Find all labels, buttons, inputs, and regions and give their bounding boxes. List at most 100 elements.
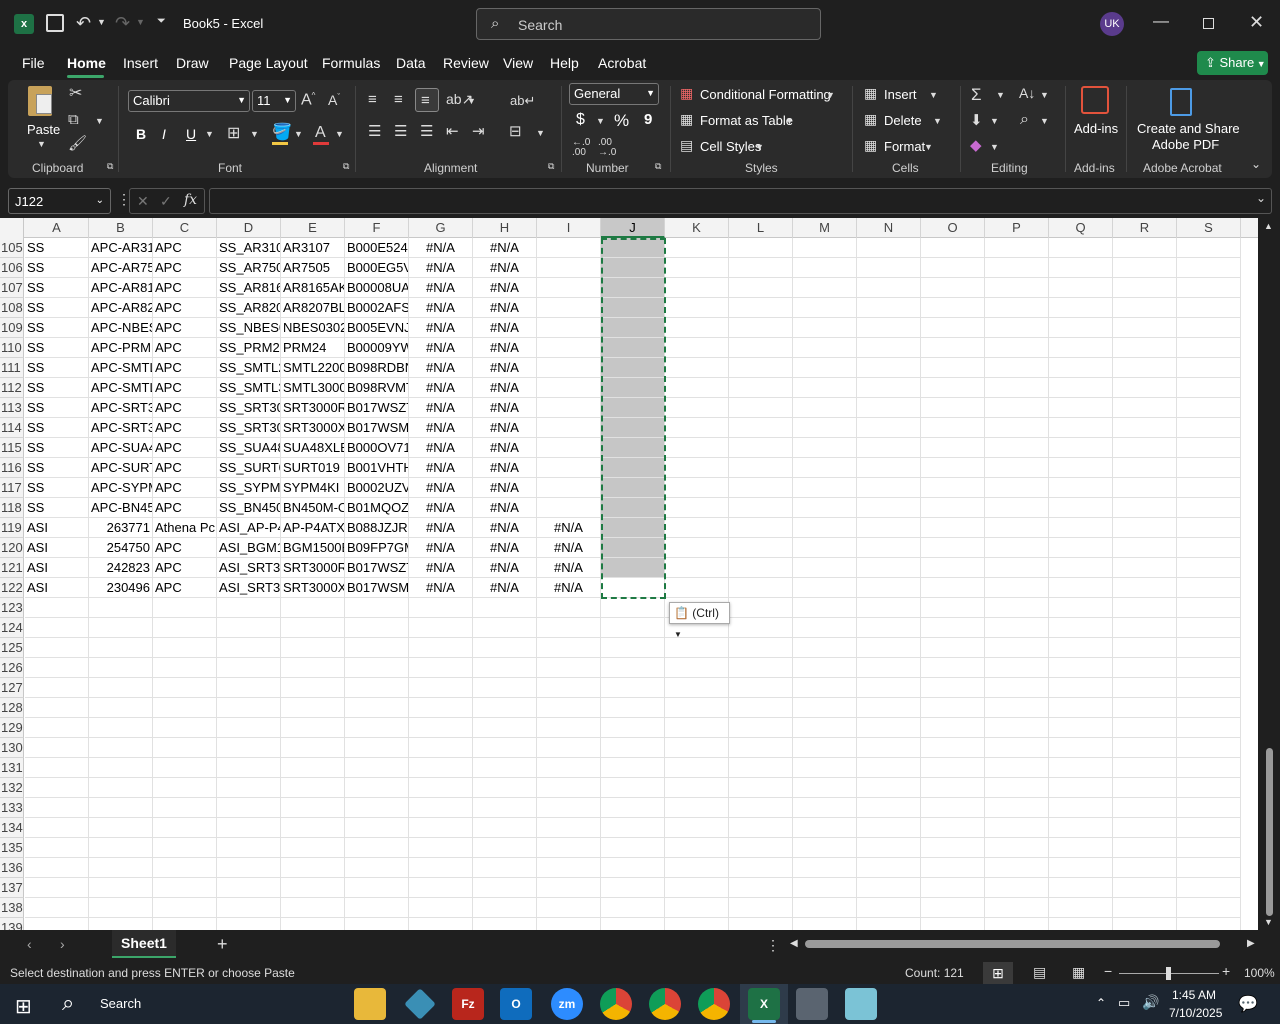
cell-i115[interactable] <box>537 438 601 458</box>
cell-h126[interactable] <box>473 658 537 678</box>
cell-b118[interactable]: APC-BN45 <box>89 498 153 518</box>
cell-m109[interactable] <box>793 318 857 338</box>
cell-p122[interactable] <box>985 578 1049 598</box>
cell-f110[interactable]: B00009YW <box>345 338 409 358</box>
cell-l135[interactable] <box>729 838 793 858</box>
cell-b121[interactable]: 242823 <box>89 558 153 578</box>
cell-d106[interactable]: SS_AR750 <box>217 258 281 278</box>
cell-q115[interactable] <box>1049 438 1113 458</box>
cell-p111[interactable] <box>985 358 1049 378</box>
cell-h121[interactable]: #N/A <box>473 558 537 578</box>
cell-b132[interactable] <box>89 778 153 798</box>
cell-c105[interactable]: APC <box>153 238 217 258</box>
cell-k129[interactable] <box>665 718 729 738</box>
cell-g128[interactable] <box>409 698 473 718</box>
cell-j124[interactable] <box>601 618 665 638</box>
file-explorer-icon[interactable] <box>354 988 386 1020</box>
cell-a117[interactable]: SS <box>25 478 89 498</box>
autosum-dropdown-icon[interactable]: ▼ <box>996 91 1005 100</box>
cell-j139[interactable] <box>601 918 665 930</box>
cell-s131[interactable] <box>1177 758 1241 778</box>
cell-f130[interactable] <box>345 738 409 758</box>
cell-m106[interactable] <box>793 258 857 278</box>
expand-formula-icon[interactable]: ⌄ <box>1256 192 1266 204</box>
cell-b127[interactable] <box>89 678 153 698</box>
cell-s113[interactable] <box>1177 398 1241 418</box>
cell-h107[interactable]: #N/A <box>473 278 537 298</box>
cell-r128[interactable] <box>1113 698 1177 718</box>
cell-r112[interactable] <box>1113 378 1177 398</box>
cell-g135[interactable] <box>409 838 473 858</box>
cell-styles-button[interactable]: Cell Styles <box>700 139 761 154</box>
row-header[interactable]: 118 <box>0 498 24 518</box>
cell-a119[interactable]: ASI <box>25 518 89 538</box>
cell-s105[interactable] <box>1177 238 1241 258</box>
cell-r115[interactable] <box>1113 438 1177 458</box>
cell-o118[interactable] <box>921 498 985 518</box>
find-select-dropdown-icon[interactable]: ▼ <box>1040 117 1049 126</box>
cell-s135[interactable] <box>1177 838 1241 858</box>
font-name-select[interactable]: Calibri ▼ <box>128 90 250 112</box>
cell-q118[interactable] <box>1049 498 1113 518</box>
cell-q136[interactable] <box>1049 858 1113 878</box>
cell-b113[interactable]: APC-SRT3 <box>89 398 153 418</box>
cell-f135[interactable] <box>345 838 409 858</box>
zoom-level[interactable]: 100% <box>1244 966 1275 980</box>
cell-p113[interactable] <box>985 398 1049 418</box>
italic-button[interactable]: I <box>162 126 166 142</box>
horizontal-scroll-thumb[interactable] <box>805 940 1220 948</box>
cell-p135[interactable] <box>985 838 1049 858</box>
cell-d121[interactable]: ASI_SRT3C <box>217 558 281 578</box>
cell-q112[interactable] <box>1049 378 1113 398</box>
cell-g129[interactable] <box>409 718 473 738</box>
cell-l115[interactable] <box>729 438 793 458</box>
cell-d126[interactable] <box>217 658 281 678</box>
cell-s133[interactable] <box>1177 798 1241 818</box>
cell-g122[interactable]: #N/A <box>409 578 473 598</box>
cell-q120[interactable] <box>1049 538 1113 558</box>
cell-a109[interactable]: SS <box>25 318 89 338</box>
tab-view[interactable]: View <box>503 55 533 71</box>
column-header-g[interactable]: G <box>409 218 473 238</box>
cell-n122[interactable] <box>857 578 921 598</box>
cell-j122[interactable] <box>601 578 665 598</box>
cell-o115[interactable] <box>921 438 985 458</box>
cell-e135[interactable] <box>281 838 345 858</box>
cell-p115[interactable] <box>985 438 1049 458</box>
cell-q128[interactable] <box>1049 698 1113 718</box>
cell-s132[interactable] <box>1177 778 1241 798</box>
cell-l112[interactable] <box>729 378 793 398</box>
taskbar-search-icon[interactable]: ⌕ <box>62 990 74 1016</box>
cell-e111[interactable]: SMTL2200 <box>281 358 345 378</box>
cell-k138[interactable] <box>665 898 729 918</box>
cell-k107[interactable] <box>665 278 729 298</box>
cell-j107[interactable] <box>601 278 665 298</box>
cell-b108[interactable]: APC-AR82 <box>89 298 153 318</box>
cell-k109[interactable] <box>665 318 729 338</box>
cell-e137[interactable] <box>281 878 345 898</box>
cell-h108[interactable]: #N/A <box>473 298 537 318</box>
cell-h128[interactable] <box>473 698 537 718</box>
cell-r114[interactable] <box>1113 418 1177 438</box>
tab-draw[interactable]: Draw <box>176 55 209 71</box>
row-header[interactable]: 125 <box>0 638 24 658</box>
cell-i110[interactable] <box>537 338 601 358</box>
cell-m123[interactable] <box>793 598 857 618</box>
row-header[interactable]: 128 <box>0 698 24 718</box>
cell-o130[interactable] <box>921 738 985 758</box>
row-header[interactable]: 139 <box>0 918 24 930</box>
cell-j137[interactable] <box>601 878 665 898</box>
cell-f113[interactable]: B017WSZT <box>345 398 409 418</box>
cell-p121[interactable] <box>985 558 1049 578</box>
row-header[interactable]: 108 <box>0 298 24 318</box>
cell-k133[interactable] <box>665 798 729 818</box>
cell-m137[interactable] <box>793 878 857 898</box>
cell-p131[interactable] <box>985 758 1049 778</box>
name-box[interactable]: J122 ⌄ <box>8 188 111 214</box>
cell-h129[interactable] <box>473 718 537 738</box>
chrome-icon[interactable] <box>698 988 730 1020</box>
copy-dropdown-icon[interactable]: ▼ <box>95 117 104 126</box>
cell-q131[interactable] <box>1049 758 1113 778</box>
cell-i119[interactable]: #N/A <box>537 518 601 538</box>
delete-dropdown-icon[interactable]: ▼ <box>933 117 942 126</box>
